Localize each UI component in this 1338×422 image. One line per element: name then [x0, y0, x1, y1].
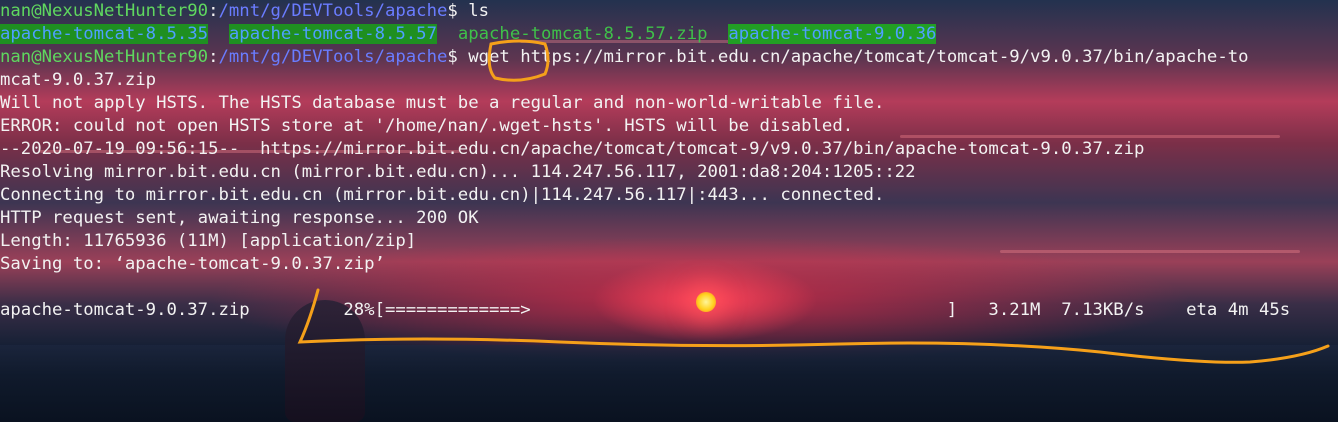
prompt-cwd: /mnt/g/DEVTools/apache — [218, 47, 448, 67]
city-background — [0, 345, 1338, 422]
terminal-window[interactable]: nan@NexusNetHunter90:/mnt/g/DEVTools/apa… — [0, 0, 1338, 422]
prompt-sep: : — [208, 47, 219, 67]
output-line: Connecting to mirror.bit.edu.cn (mirror.… — [0, 185, 885, 205]
wget-url: https://mirror.bit.edu.cn/apache/tomcat/… — [509, 47, 1249, 67]
prompt-user: nan@NexusNetHunter90 — [0, 1, 209, 21]
prompt-user: nan@NexusNetHunter90 — [0, 47, 209, 67]
ls-item[interactable]: apache-tomcat-9.0.36 — [728, 24, 937, 44]
ls-item[interactable]: apache-tomcat-8.5.57 — [228, 24, 437, 44]
output-line: Resolving mirror.bit.edu.cn (mirror.bit.… — [0, 162, 916, 182]
ls-item[interactable]: apache-tomcat-8.5.35 — [0, 24, 209, 44]
prompt-cwd: /mnt/g/DEVTools/apache — [218, 1, 448, 21]
prompt-line-2: nan@NexusNetHunter90:/mnt/g/DEVTools/apa… — [0, 46, 1338, 69]
ls-item[interactable]: apache-tomcat-8.5.57.zip — [458, 24, 708, 44]
prompt-char: $ — [447, 47, 458, 67]
command-ls: ls — [457, 1, 490, 21]
progress-filename: apache-tomcat-9.0.37.zip — [0, 300, 250, 320]
progress-eta: eta 4m 45s — [1186, 300, 1291, 320]
progress-line: apache-tomcat-9.0.37.zip 28%[===========… — [0, 299, 1338, 322]
output-line: Will not apply HSTS. The HSTS database m… — [0, 93, 885, 113]
progress-bar: [=============> ] — [374, 300, 958, 320]
output-line: Saving to: ‘apache-tomcat-9.0.37.zip’ — [0, 254, 385, 274]
prompt-char: $ — [447, 1, 458, 21]
progress-downloaded: 3.21M — [988, 300, 1041, 320]
output-line: Length: 11765936 (11M) [application/zip] — [0, 231, 417, 251]
prompt-line-1: nan@NexusNetHunter90:/mnt/g/DEVTools/apa… — [0, 0, 1338, 23]
terminal-output[interactable]: nan@NexusNetHunter90:/mnt/g/DEVTools/apa… — [0, 0, 1338, 322]
output-line: HTTP request sent, awaiting response... … — [0, 208, 479, 228]
progress-percent: 28% — [343, 300, 375, 320]
progress-speed: 7.13KB/s — [1061, 300, 1145, 320]
ls-output: apache-tomcat-8.5.35 apache-tomcat-8.5.5… — [0, 23, 1338, 46]
wget-command: wget — [468, 47, 510, 67]
wget-url-wrap: mcat-9.0.37.zip — [0, 70, 157, 90]
output-line: --2020-07-19 09:56:15-- https://mirror.b… — [0, 139, 1145, 159]
prompt-sep: : — [208, 1, 219, 21]
output-line: ERROR: could not open HSTS store at '/ho… — [0, 116, 854, 136]
